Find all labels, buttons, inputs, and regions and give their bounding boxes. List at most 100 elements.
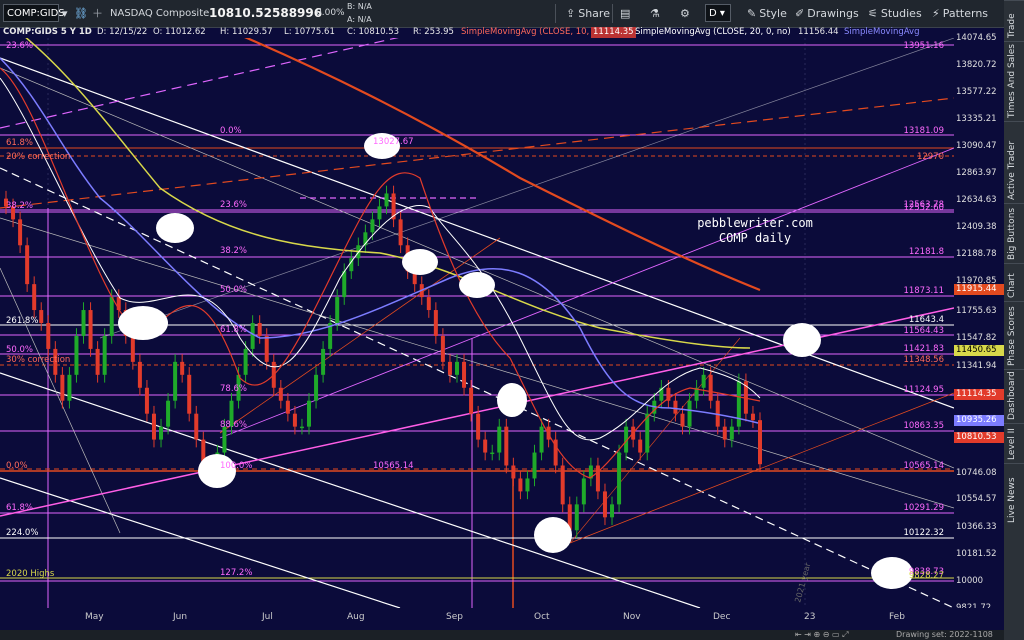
month-label: 23 <box>804 612 816 622</box>
flask-icon[interactable]: ⚗ <box>650 0 660 27</box>
sma10-value: 11114.35 <box>591 27 636 38</box>
left-level-label: 50.0% <box>6 345 33 355</box>
plus-icon[interactable]: ＋ <box>92 0 103 27</box>
candle-body <box>708 374 713 401</box>
sidebar-tab-dashboard[interactable]: Dashboard <box>1004 369 1024 423</box>
time-nav-icons[interactable]: ⇤ ⇥ ⊕ ⊖ ▭ ⤢ <box>795 630 849 640</box>
share-button[interactable]: ⇪ Share <box>566 0 610 27</box>
fib-label: 0.0% <box>220 126 242 136</box>
sma-more-label: SimpleMovingAvg <box>844 27 920 37</box>
right-sidebar: Trade Times And Sales Active Trader Big But… <box>1004 0 1024 640</box>
sidebar-tab-live-news[interactable]: Live News <box>1004 463 1024 526</box>
timeframe-select[interactable]: D ▾ <box>705 4 731 22</box>
candle-body <box>187 374 192 414</box>
drawings-button[interactable]: ✐ Drawings <box>795 0 859 27</box>
candle-body <box>314 374 319 401</box>
candle-body <box>250 323 255 349</box>
candle-body <box>159 426 164 440</box>
candle-body <box>88 310 93 349</box>
candle-body <box>173 361 178 401</box>
sidebar-tab-active-trader[interactable]: Active Trader <box>1004 121 1024 203</box>
axis-tick: 12634.63 <box>956 195 997 205</box>
candle-body <box>222 426 227 453</box>
candle-body <box>95 348 100 375</box>
candle-body <box>307 400 312 427</box>
sidebar-tab-phase-scores[interactable]: Phase Scores <box>1004 301 1024 369</box>
drawing-set-label[interactable]: Drawing set: 2022-1108 <box>896 630 993 640</box>
price-axis[interactable]: 14074.65 13820.72 13577.22 13335.21 1309… <box>954 27 1004 613</box>
studies-button[interactable]: ⚟ Studies <box>868 0 922 27</box>
sidebar-tab-label: Times And Sales <box>1007 44 1017 118</box>
axis-tick: 10181.52 <box>956 549 997 559</box>
candle-body <box>398 219 403 246</box>
sma10-price-tag: 11114.35 <box>954 389 1004 400</box>
left-level-label: 0.0% <box>6 461 28 471</box>
candle-body <box>81 310 86 336</box>
chart-symbol: COMP:GIDS 5 Y 1D <box>3 27 92 37</box>
left-level-label: 61.8% <box>6 138 33 148</box>
chart-subtitle: COMP daily <box>719 231 791 245</box>
high-readout: H: 11029.57 <box>220 27 273 37</box>
symbol-input[interactable]: COMP:GIDS <box>3 4 65 22</box>
axis-tick: 12863.97 <box>956 168 997 178</box>
sidebar-tab-label: Chart <box>1007 273 1017 298</box>
sidebar-tab-label: Dashboard <box>1007 371 1017 420</box>
sidebar-tab-times-and-sales[interactable]: Times And Sales <box>1004 41 1024 121</box>
price-chart[interactable]: 0.0% 23.6% 38.2% 50.0% 61.8% 78.6% 88.6%… <box>0 38 954 608</box>
candle-body <box>469 387 474 414</box>
sma50-price-tag: 10935.26 <box>954 415 1004 426</box>
sidebar-tab-chart[interactable]: Chart <box>1004 263 1024 301</box>
close-readout: C: 10810.53 <box>347 27 400 37</box>
sidebar-tab-label: Phase Scores <box>1007 306 1017 366</box>
sidebar-tab-trade[interactable]: Trade <box>1004 0 1024 41</box>
candle-body <box>574 504 579 531</box>
sidebar-tab-label: Live News <box>1007 477 1017 523</box>
axis-tick: 14074.65 <box>956 33 997 43</box>
top-toolbar: COMP:GIDS ▾ ⛓ ＋ NASDAQ Composite 10810.5… <box>0 0 1024 28</box>
drawings-label: Drawings <box>807 7 859 20</box>
right-level-label: 12970 <box>917 152 944 162</box>
print-icon[interactable]: ▤ <box>620 0 630 27</box>
patterns-label: Patterns <box>942 7 989 20</box>
candle-body <box>560 465 565 505</box>
gear-icon[interactable]: ⚙ <box>680 0 690 27</box>
range-readout: R: 253.95 <box>413 27 454 37</box>
candle-body <box>680 413 685 427</box>
axis-tick: 10554.57 <box>956 494 997 504</box>
patterns-button[interactable]: ⚡ Patterns <box>932 0 988 27</box>
right-level-label: 11564.43 <box>903 326 944 336</box>
fib-label: 100.0% <box>220 461 252 471</box>
axis-tick: 10000 <box>956 576 984 586</box>
candle-body <box>532 452 537 479</box>
candle-body <box>39 310 44 323</box>
candle-body <box>490 452 495 455</box>
candle-body <box>758 420 762 465</box>
right-level-label: 13951.16 <box>903 41 944 51</box>
instrument-name: NASDAQ Composite <box>110 8 210 19</box>
candle-body <box>299 426 304 429</box>
sidebar-tab-big-buttons[interactable]: Big Buttons <box>1004 203 1024 263</box>
sidebar-tab-level-ii[interactable]: Level II <box>1004 423 1024 463</box>
candle-body <box>60 374 65 401</box>
candle-body <box>638 439 643 453</box>
right-level-label: 11124.95 <box>903 385 944 395</box>
sidebar-tab-label: Trade <box>1007 13 1017 38</box>
fib-label: 127.2% <box>220 568 252 578</box>
left-level-label: 224.0% <box>6 528 38 538</box>
fib-label: 38.2% <box>220 246 247 256</box>
candle-body <box>617 452 622 505</box>
candle-body <box>433 310 438 336</box>
candle-body <box>285 400 290 414</box>
candle-body <box>74 335 79 375</box>
style-button[interactable]: ✎ Style <box>747 0 787 27</box>
candle-body <box>504 426 509 466</box>
date-readout: D: 12/15/22 <box>97 27 148 37</box>
candle-body <box>257 323 262 336</box>
candle-body <box>342 271 347 298</box>
link-icon[interactable]: ⛓ <box>74 0 88 27</box>
candle-body <box>610 504 615 518</box>
candle-body <box>476 413 481 440</box>
axis-tick: 11755.63 <box>956 306 997 316</box>
chevron-down-icon[interactable]: ▾ <box>62 0 68 27</box>
right-level-label: 13181.09 <box>903 126 944 136</box>
